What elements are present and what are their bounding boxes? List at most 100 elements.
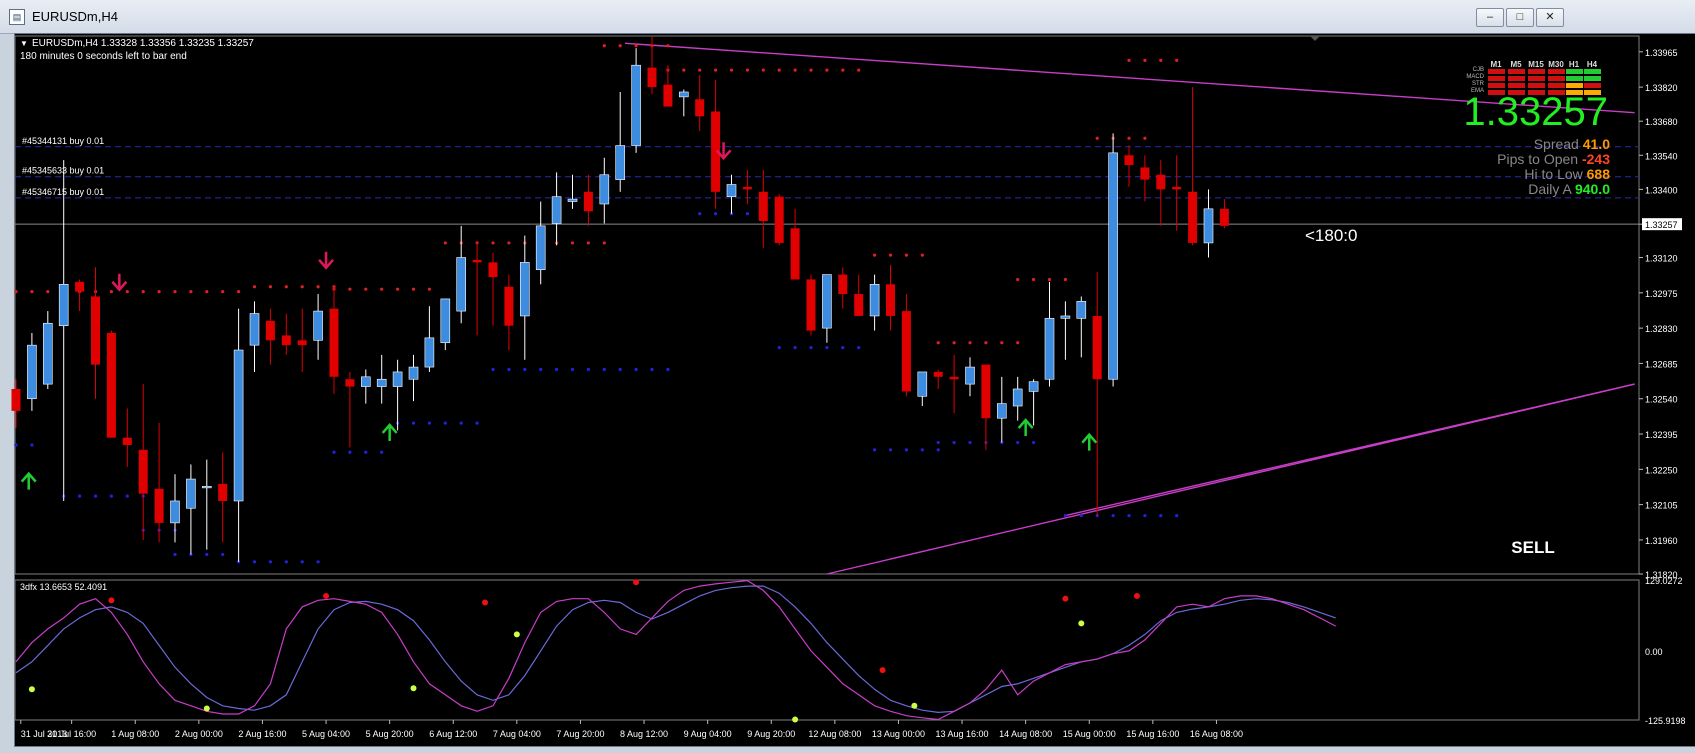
candle[interactable] (218, 452, 228, 543)
candle[interactable] (138, 384, 148, 540)
candle[interactable] (122, 408, 132, 467)
candle[interactable] (249, 301, 260, 372)
candle[interactable] (1124, 145, 1134, 187)
candle[interactable] (75, 279, 85, 312)
candle[interactable] (1188, 87, 1198, 246)
candle[interactable] (1060, 301, 1071, 360)
candle[interactable] (726, 174, 737, 214)
candle[interactable] (329, 286, 339, 394)
lower-trendline-extension[interactable] (1065, 383, 1635, 517)
candle[interactable] (583, 174, 593, 226)
candle[interactable] (806, 274, 816, 336)
level-dot (237, 290, 241, 294)
time-tick-label: 6 Aug 12:00 (429, 729, 477, 739)
candle[interactable] (599, 157, 610, 224)
candle[interactable] (488, 252, 498, 326)
level-dot (78, 494, 82, 498)
level-dot (714, 212, 718, 216)
candle[interactable] (1076, 296, 1087, 358)
candle[interactable] (170, 474, 180, 543)
candle[interactable] (886, 264, 895, 331)
candle[interactable] (901, 294, 911, 397)
candle-body (376, 378, 387, 387)
candle[interactable] (1203, 189, 1214, 258)
candle[interactable] (615, 91, 626, 192)
candle[interactable] (822, 274, 832, 343)
candle[interactable] (758, 169, 768, 248)
candle[interactable] (1108, 133, 1118, 387)
candle[interactable] (472, 242, 482, 336)
candle[interactable] (535, 201, 546, 285)
candle[interactable] (933, 369, 943, 389)
candle[interactable] (949, 354, 959, 414)
price-tick-label: 1.32540 (1645, 395, 1678, 405)
candle-body (106, 332, 116, 438)
candle[interactable] (567, 174, 578, 209)
level-dot (125, 290, 129, 294)
candle[interactable] (1012, 376, 1023, 421)
time-tick-label: 31 Jul 16:00 (47, 729, 96, 739)
candle[interactable] (774, 194, 784, 246)
candle[interactable] (965, 357, 975, 397)
candle[interactable] (519, 235, 530, 360)
candle[interactable] (1044, 281, 1055, 387)
signal-cell (1508, 76, 1525, 81)
candle[interactable] (106, 330, 116, 438)
candle[interactable] (392, 359, 403, 431)
candle[interactable] (551, 172, 562, 246)
candle[interactable] (27, 332, 37, 411)
candle[interactable] (440, 298, 451, 351)
candle[interactable] (281, 313, 291, 355)
chart-shift-marker[interactable] (1310, 36, 1320, 41)
candle[interactable] (345, 371, 355, 448)
candle[interactable] (1140, 155, 1150, 202)
level-dot (491, 241, 495, 245)
candle[interactable] (504, 274, 514, 351)
candle[interactable] (408, 354, 419, 402)
candle[interactable] (360, 369, 371, 404)
candle[interactable] (838, 267, 848, 309)
candle[interactable] (91, 267, 100, 399)
candle[interactable] (869, 274, 880, 331)
candle[interactable] (456, 225, 467, 324)
level-dot (968, 341, 972, 345)
candle[interactable] (58, 160, 69, 501)
candle[interactable] (265, 308, 275, 365)
signal-cell (1508, 83, 1525, 88)
candle[interactable] (996, 376, 1007, 443)
candle[interactable] (1092, 272, 1102, 516)
signal-cell (1508, 69, 1525, 74)
candle[interactable] (1172, 155, 1182, 231)
level-dot (30, 290, 34, 294)
candle-body (869, 284, 880, 317)
level-dot (93, 494, 98, 498)
candle[interactable] (854, 274, 864, 316)
candle-body (440, 298, 451, 344)
candle-body (249, 313, 260, 346)
candle[interactable] (695, 74, 705, 131)
candle[interactable] (711, 79, 721, 209)
candle[interactable] (631, 48, 641, 153)
price-chart[interactable]: ▼ EURUSDm,H4 1.33328 1.33356 1.33235 1.33… (0, 0, 1695, 753)
candle[interactable] (202, 459, 212, 550)
candle[interactable] (11, 379, 21, 428)
price-tick-label: 1.33680 (1645, 117, 1678, 127)
candle[interactable] (663, 65, 673, 107)
candle[interactable] (1219, 199, 1229, 229)
candle[interactable] (376, 354, 387, 404)
candle[interactable] (1028, 379, 1039, 426)
candle[interactable] (1156, 160, 1166, 226)
candle[interactable] (742, 169, 752, 204)
candle[interactable] (790, 208, 800, 280)
candle[interactable] (313, 294, 323, 360)
candle[interactable] (233, 308, 244, 562)
candle[interactable] (678, 89, 689, 117)
candle[interactable] (154, 423, 164, 543)
candle[interactable] (424, 306, 435, 372)
candle[interactable] (186, 464, 196, 555)
candle-body (233, 349, 244, 502)
candle[interactable] (981, 364, 991, 450)
candle[interactable] (917, 371, 928, 407)
candle[interactable] (42, 311, 53, 389)
candle[interactable] (297, 308, 307, 372)
